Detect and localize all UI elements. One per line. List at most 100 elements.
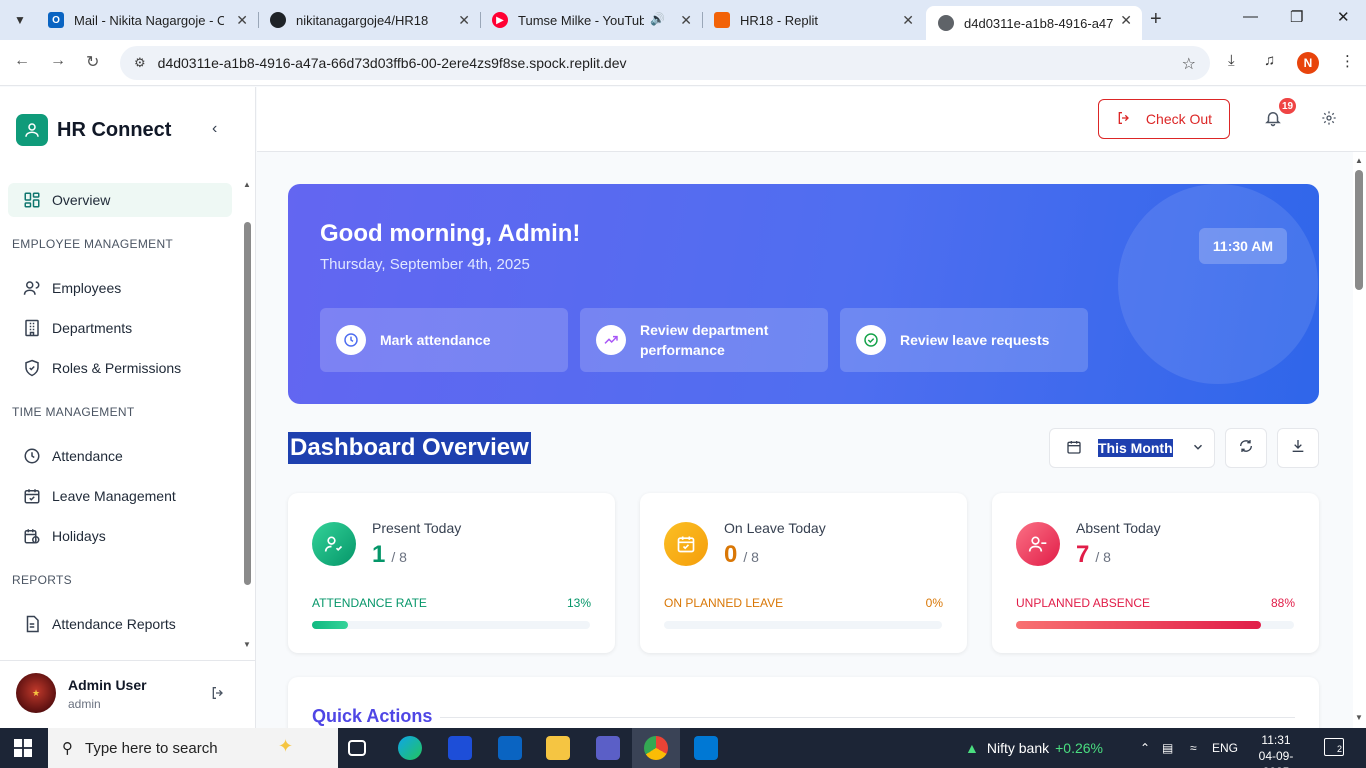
refresh-button[interactable] (1225, 428, 1267, 468)
file-report-icon (22, 614, 42, 634)
close-tab-icon[interactable]: ✕ (1120, 12, 1132, 29)
scroll-up-arrow[interactable]: ▲ (243, 180, 251, 189)
user-profile[interactable]: ★ Admin User admin (0, 660, 256, 728)
sidebar-item-label: Overview (52, 192, 111, 208)
sidebar: HR Connect ‹ Overview EMPLOYEE MANAGEMEN… (0, 87, 256, 728)
task-view-icon[interactable] (348, 740, 366, 756)
sidebar-item-attendance[interactable]: Attendance (8, 439, 232, 473)
rate-label: UNPLANNED ABSENCE (1016, 596, 1151, 610)
taskbar-search[interactable]: ⚲ Type here to search ✦ (48, 728, 338, 768)
browser-tab-active[interactable]: d4d0311e-a1b8-4916-a47a- ✕ (926, 6, 1142, 40)
notification-count: 2 (1336, 744, 1342, 754)
teams-icon[interactable] (596, 736, 620, 760)
review-leave-button[interactable]: Review leave requests (840, 308, 1088, 372)
user-check-icon (312, 522, 356, 566)
user-logo-icon (16, 114, 48, 146)
browser-tab-youtube[interactable]: ▶ Tumse Milke - YouTube 🔊 ✕ (480, 0, 702, 40)
browser-toolbar: ← → ↻ ⚙ d4d0311e-a1b8-4916-a47a-66d73d03… (0, 40, 1366, 86)
outlook-icon[interactable] (498, 736, 522, 760)
sidebar-item-holidays[interactable]: Holidays (8, 519, 232, 553)
check-out-button[interactable]: Check Out (1098, 99, 1230, 139)
address-bar[interactable]: ⚙ d4d0311e-a1b8-4916-a47a-66d73d03ffb6-0… (120, 46, 1210, 80)
user-role: admin (68, 697, 101, 711)
file-explorer-icon[interactable] (546, 736, 570, 760)
url-text: d4d0311e-a1b8-4916-a47a-66d73d03ffb6-00-… (157, 55, 627, 71)
sidebar-scrollbar[interactable] (244, 222, 251, 585)
sidebar-item-attendance-reports[interactable]: Attendance Reports (8, 607, 232, 641)
system-clock[interactable]: 11:31 04-09-2025 (1248, 732, 1304, 768)
review-department-button[interactable]: Review department performance (580, 308, 828, 372)
wifi-icon[interactable]: ≈ (1190, 741, 1197, 755)
current-date: Thursday, September 4th, 2025 (320, 256, 530, 273)
windows-start-icon[interactable] (14, 739, 32, 762)
vscode-icon[interactable] (694, 736, 718, 760)
profile-avatar[interactable]: N (1297, 52, 1319, 74)
main-scrollbar[interactable] (1355, 170, 1363, 290)
mark-attendance-button[interactable]: Mark attendance (320, 308, 568, 372)
scroll-down-arrow[interactable]: ▼ (243, 640, 251, 649)
sidebar-item-label: Attendance (52, 448, 123, 464)
browser-menu-icon[interactable]: ⋮ (1340, 52, 1355, 70)
close-window-icon[interactable]: ✕ (1337, 8, 1350, 26)
close-tab-icon[interactable]: ✕ (680, 12, 692, 29)
bookmark-star-icon[interactable]: ☆ (1182, 54, 1196, 74)
reload-icon[interactable]: ↻ (86, 52, 99, 72)
close-tab-icon[interactable]: ✕ (236, 12, 248, 29)
clock-icon (336, 325, 366, 355)
avatar: ★ (16, 673, 56, 713)
collapse-sidebar-icon[interactable]: ‹ (212, 120, 217, 138)
stat-value: 0 (724, 541, 738, 568)
stat-value-row: 1 / 8 (372, 541, 407, 569)
stat-card-on-leave[interactable]: On Leave Today 0 / 8 ON PLANNED LEAVE 0% (640, 493, 967, 653)
tab-search-chevron-icon[interactable]: ▼ (8, 8, 32, 32)
browser-tab-replit[interactable]: HR18 - Replit ✕ (702, 0, 924, 40)
store-icon[interactable] (448, 736, 472, 760)
action-label: Review department performance (640, 322, 769, 358)
logout-icon[interactable] (210, 685, 226, 704)
sidebar-item-roles[interactable]: Roles & Permissions (8, 351, 232, 385)
chevron-up-icon[interactable]: ⌃ (1140, 741, 1150, 755)
stat-card-present[interactable]: Present Today 1 / 8 ATTENDANCE RATE 13% (288, 493, 615, 653)
brand[interactable]: HR Connect (16, 114, 171, 146)
period-select[interactable]: This Month (1049, 428, 1215, 468)
stat-value: 1 (372, 541, 386, 568)
sidebar-item-employees[interactable]: Employees (8, 271, 232, 305)
chart-up-icon: ▲ (965, 740, 979, 756)
stock-ticker[interactable]: ▲ Nifty bank +0.26% (965, 740, 1103, 756)
sidebar-item-departments[interactable]: Departments (8, 311, 232, 345)
back-icon[interactable]: ← (14, 52, 30, 70)
media-control-icon[interactable]: ♫ (1264, 52, 1275, 69)
site-settings-icon[interactable]: ⚙ (134, 55, 146, 71)
stat-card-absent[interactable]: Absent Today 7 / 8 UNPLANNED ABSENCE 88% (992, 493, 1319, 653)
browser-tab-mail[interactable]: O Mail - Nikita Nagargoje - Ou ✕ (36, 0, 258, 40)
close-tab-icon[interactable]: ✕ (902, 12, 914, 29)
notification-center-icon[interactable]: 2 (1324, 738, 1344, 756)
gear-icon[interactable] (1321, 110, 1337, 131)
stat-value-row: 0 / 8 (724, 541, 759, 569)
export-button[interactable] (1277, 428, 1319, 468)
close-tab-icon[interactable]: ✕ (458, 12, 470, 29)
sidebar-item-leave[interactable]: Leave Management (8, 479, 232, 513)
clock-icon (22, 446, 42, 466)
restore-icon[interactable]: ❐ (1290, 8, 1303, 26)
minimize-icon[interactable]: — (1243, 8, 1258, 25)
sidebar-nav: Overview EMPLOYEE MANAGEMENT Employees D… (0, 179, 240, 651)
download-icon[interactable]: ⤓ (1228, 52, 1235, 69)
search-placeholder: Type here to search (85, 739, 218, 757)
language-indicator[interactable]: ENG (1212, 741, 1238, 755)
speaker-icon[interactable]: 🔊 (650, 12, 665, 26)
youtube-icon: ▶ (492, 12, 508, 28)
stat-total: / 8 (391, 549, 407, 565)
new-tab-button[interactable]: + (1150, 8, 1162, 31)
stat-total: / 8 (1095, 549, 1111, 565)
edge-icon[interactable] (398, 736, 422, 760)
chrome-icon[interactable] (644, 736, 668, 760)
main-scroll-down-arrow[interactable]: ▼ (1355, 713, 1363, 722)
progress-track (664, 621, 942, 629)
bell-icon[interactable] (1264, 109, 1282, 132)
browser-tab-github[interactable]: nikitanagargoje4/HR18 ✕ (258, 0, 480, 40)
forward-icon[interactable]: → (50, 52, 66, 70)
network-icon[interactable]: ▤ (1162, 741, 1173, 755)
sidebar-item-overview[interactable]: Overview (8, 183, 232, 217)
main-scroll-up-arrow[interactable]: ▲ (1355, 156, 1363, 165)
